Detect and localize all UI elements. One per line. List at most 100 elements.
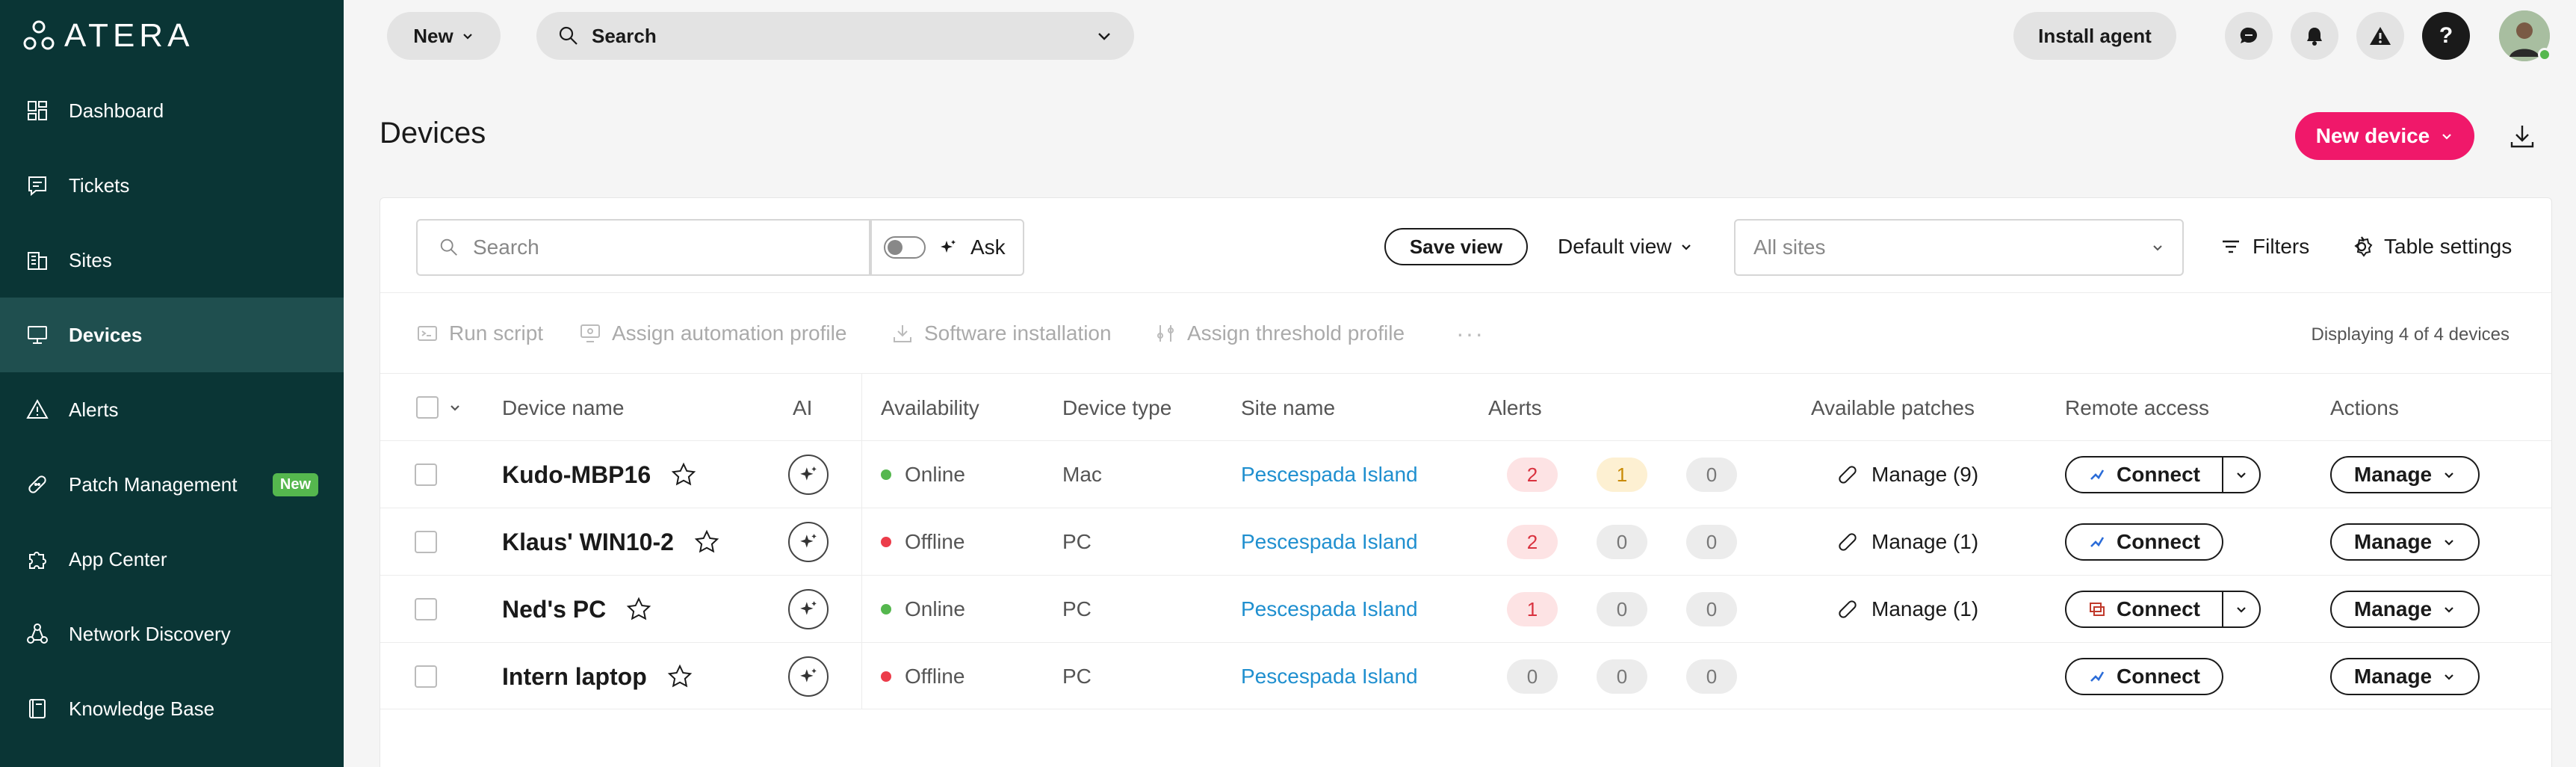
default-view-dropdown[interactable]: Default view [1558,228,1693,265]
connect-label: Connect [2117,665,2200,688]
warning-alerts-badge[interactable]: 0 [1597,525,1647,559]
manage-patches-link[interactable]: Manage (1) [1836,576,1978,643]
run-script-button[interactable]: Run script [416,320,543,347]
assign-automation-profile-button[interactable]: Assign automation profile [579,320,846,347]
chevron-down-icon [2445,607,2453,613]
manage-patches-link[interactable]: Manage (1) [1836,508,1978,576]
info-alerts-badge[interactable]: 0 [1686,592,1737,626]
manage-button[interactable]: Manage [2330,591,2480,628]
star-icon[interactable] [670,461,697,488]
assign-threshold-profile-button[interactable]: Assign threshold profile [1154,320,1405,347]
save-view-button[interactable]: Save view [1384,228,1528,265]
chevron-down-icon[interactable] [449,401,461,413]
ai-assist-button[interactable] [788,455,829,495]
script-icon [418,326,437,341]
download-icon[interactable] [2507,121,2537,151]
row-checkbox[interactable] [415,598,437,620]
manage-button[interactable]: Manage [2330,456,2480,493]
new-device-button[interactable]: New device [2295,112,2474,160]
connect-options-button[interactable] [2222,458,2259,492]
star-icon[interactable] [625,596,652,623]
site-name-link[interactable]: Pescespada Island [1241,530,1418,554]
sidebar-nav: Dashboard Tickets Sites Devices Alerts P… [0,73,344,746]
user-avatar[interactable] [2499,10,2551,61]
sidebar-item-sites[interactable]: Sites [0,223,344,298]
connect-button[interactable]: Connect [2066,659,2222,694]
install-agent-button[interactable]: Install agent [2013,12,2176,60]
star-icon[interactable] [666,663,693,690]
column-header-availability[interactable]: Availability [881,396,979,420]
table-row[interactable]: Kudo-MBP16 Online Mac Pescespada Island … [380,440,2551,508]
ai-assist-button[interactable] [788,589,829,629]
critical-alerts-badge[interactable]: 2 [1507,458,1558,492]
device-name-link[interactable]: Klaus' WIN10-2 [502,529,674,556]
info-alerts-badge[interactable]: 0 [1686,525,1737,559]
ai-assist-button[interactable] [788,522,829,562]
ai-assist-button[interactable] [788,656,829,697]
column-header-available-patches[interactable]: Available patches [1811,396,1975,420]
column-header-alerts[interactable]: Alerts [1488,396,1542,420]
row-checkbox[interactable] [415,463,437,486]
manage-label: Manage [2353,530,2433,553]
sidebar-item-devices[interactable]: Devices [0,298,344,372]
device-name-link[interactable]: Kudo-MBP16 [502,461,651,489]
dashboard-icon [24,97,51,124]
connect-label: Connect [2117,463,2200,486]
connect-button[interactable]: Connect [2066,592,2222,626]
sidebar-item-alerts[interactable]: Alerts [0,372,344,447]
critical-alerts-badge[interactable]: 1 [1507,592,1558,626]
table-row[interactable]: Klaus' WIN10-2 Offline PC Pescespada Isl… [380,508,2551,575]
sites-select[interactable]: All sites [1734,219,2184,276]
connect-button[interactable]: Connect [2066,525,2222,559]
notifications-button[interactable] [2291,12,2338,60]
device-name-link[interactable]: Ned's PC [502,596,606,623]
site-name-link[interactable]: Pescespada Island [1241,463,1418,487]
ask-ai-toggle[interactable]: Ask [869,219,1024,276]
warning-alerts-badge[interactable]: 0 [1597,659,1647,694]
star-icon[interactable] [693,529,720,555]
info-alerts-badge[interactable]: 0 [1686,659,1737,694]
table-row[interactable]: Intern laptop Offline PC Pescespada Isla… [380,642,2551,709]
manage-patches-link[interactable]: Manage (9) [1836,441,1978,508]
info-alerts-badge[interactable]: 0 [1686,458,1737,492]
ask-toggle-switch[interactable] [884,236,926,259]
manage-button[interactable]: Manage [2330,658,2480,695]
sidebar-item-app-center[interactable]: App Center [0,522,344,597]
connect-button[interactable]: Connect [2066,458,2222,492]
critical-alerts-badge[interactable]: 2 [1507,525,1558,559]
global-search[interactable]: Search [536,12,1134,60]
critical-alerts-badge[interactable]: 0 [1507,659,1558,694]
sidebar-item-dashboard[interactable]: Dashboard [0,73,344,148]
site-name-link[interactable]: Pescespada Island [1241,665,1418,689]
row-checkbox[interactable] [415,665,437,688]
connect-options-button[interactable] [2222,592,2259,626]
sidebar-item-patch-management[interactable]: Patch Management New [0,447,344,522]
manage-label: Manage [2353,597,2433,620]
manage-button[interactable]: Manage [2330,523,2480,561]
device-name-link[interactable]: Intern laptop [502,663,647,691]
row-checkbox[interactable] [415,531,437,553]
software-installation-button[interactable]: Software installation [891,320,1112,347]
checkbox[interactable] [416,396,439,419]
table-row[interactable]: Ned's PC Online PC Pescespada Island 1 0… [380,575,2551,642]
new-button[interactable]: New [387,12,501,60]
atera-logo[interactable]: ATERA [22,17,193,54]
warning-alerts-badge[interactable]: 1 [1597,458,1647,492]
chevron-down-icon [2445,540,2453,546]
sidebar-item-knowledge-base[interactable]: Knowledge Base [0,671,344,746]
site-name-link[interactable]: Pescespada Island [1241,597,1418,621]
chat-button[interactable] [2225,12,2273,60]
table-search-input[interactable]: Search [416,219,872,276]
alerts-button[interactable] [2356,12,2404,60]
sidebar-item-network-discovery[interactable]: Network Discovery [0,597,344,671]
select-all-checkbox[interactable] [416,374,461,441]
column-header-device-name[interactable]: Device name [502,396,624,420]
table-settings-button[interactable]: Table settings [2350,228,2512,265]
more-actions-icon[interactable]: ··· [1456,320,1484,348]
sidebar-item-tickets[interactable]: Tickets [0,148,344,223]
warning-alerts-badge[interactable]: 0 [1597,592,1647,626]
filters-button[interactable]: Filters [2220,228,2309,265]
column-header-site-name[interactable]: Site name [1241,396,1335,420]
column-header-device-type[interactable]: Device type [1062,396,1171,420]
help-button[interactable]: ? [2422,12,2470,60]
